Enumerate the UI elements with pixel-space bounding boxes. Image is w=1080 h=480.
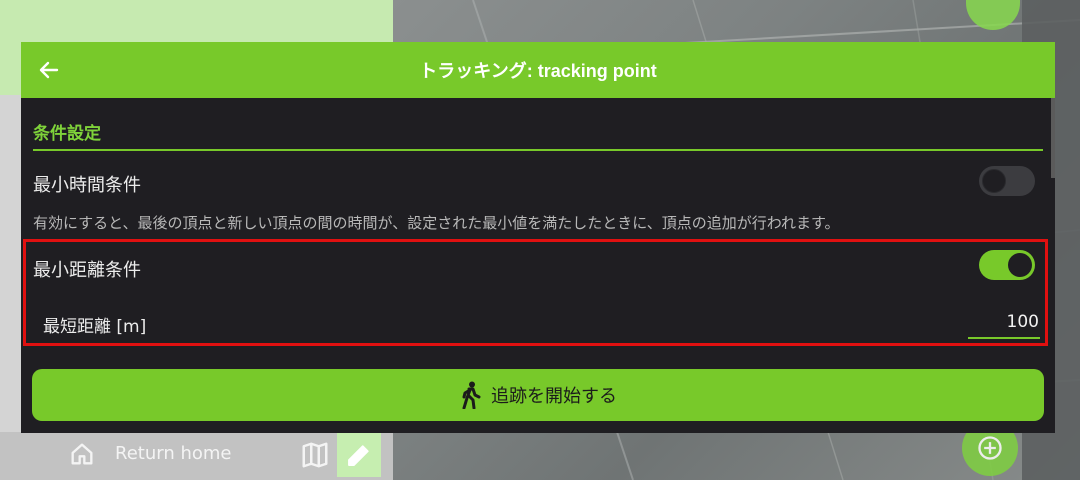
edit-mode-button[interactable] [337,433,381,477]
min-time-label: 最小時間条件 [33,175,141,196]
return-home-label[interactable]: Return home [115,443,231,464]
input-underline [968,337,1040,339]
arrow-left-icon [39,61,59,79]
dialog-scrollbar[interactable] [1051,98,1055,178]
dialog-header: トラッキング: tracking point [21,42,1055,98]
min-time-toggle[interactable] [979,166,1035,196]
pencil-icon [348,445,369,466]
dialog-title: トラッキング: tracking point [419,61,657,81]
min-distance-toggle[interactable] [979,250,1035,280]
back-button[interactable] [35,56,63,84]
section-title: 条件設定 [33,124,101,144]
home-icon[interactable] [68,440,96,468]
toggle-knob [1008,253,1032,277]
walking-person-icon [462,381,481,409]
min-time-description: 有効にすると、最後の頂点と新しい頂点の間の時間が、設定された最小値を満たしたとき… [33,214,840,232]
tracking-dialog: トラッキング: tracking point 条件設定 最小時間条件 有効にする… [21,42,1055,433]
start-tracking-label: 追跡を開始する [491,386,617,407]
plus-circle-icon [978,436,1002,460]
highlight-frame [23,239,1048,346]
min-distance-field-label: 最短距離 [m] [43,317,147,337]
section-divider [33,149,1043,151]
start-tracking-button[interactable]: 追跡を開始する [32,369,1044,421]
toggle-knob [982,169,1006,193]
min-distance-label: 最小距離条件 [33,260,141,281]
min-distance-input[interactable]: 100 [969,312,1039,332]
map-icon[interactable] [300,440,330,470]
